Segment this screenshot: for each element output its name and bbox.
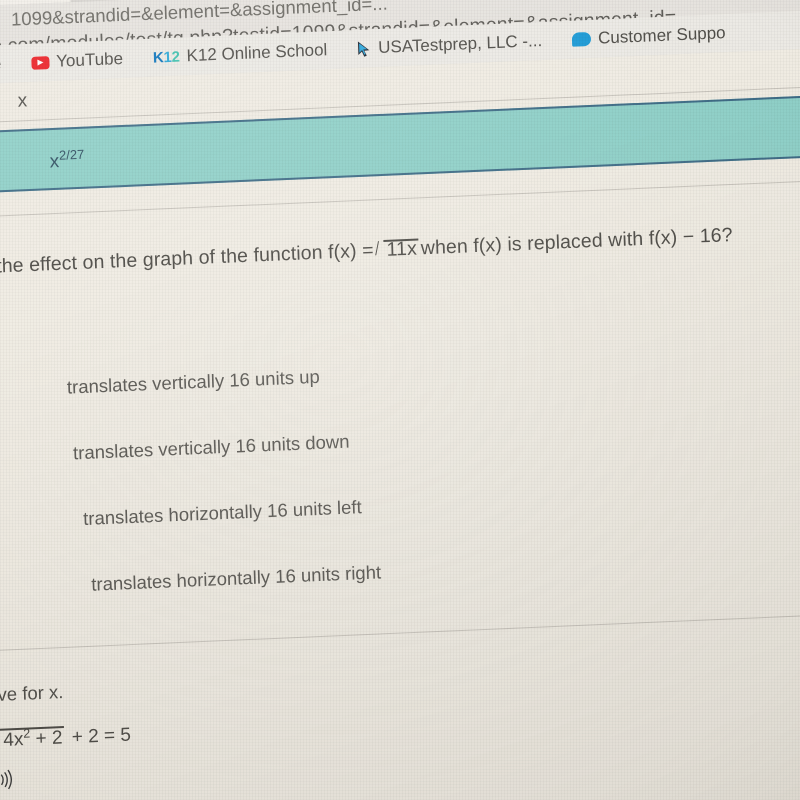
bookmark-label: YouTube [55, 48, 124, 71]
bookmark-label: .net - Home [0, 54, 2, 78]
next-question-equation: 4x2 + 2 + 2 = 5 [0, 722, 131, 752]
k12-icon: K12 [152, 48, 180, 67]
choice-text-a[interactable]: translates vertically 16 units up [67, 366, 320, 399]
question-text: What is the effect on the graph of the f… [0, 224, 733, 282]
square-root-symbol: 4x2 + 2 [0, 725, 65, 752]
radicand: 11x [386, 237, 418, 261]
radicand-tail: + 2 [35, 727, 63, 750]
next-question-prompt: Solve for x. [0, 681, 64, 707]
bookmark-label: USATestprep, LLC -... [377, 30, 543, 57]
speaker-icon[interactable] [0, 767, 16, 792]
test-question-page: x x2/27 What is the effect on the graph … [0, 46, 800, 800]
choice-text-b[interactable]: translates vertically 16 units down [73, 431, 350, 465]
bookmark-customer-support[interactable]: Customer Suppo [570, 23, 728, 50]
radicand: 4x [2, 729, 24, 751]
selected-answer-exponent: 2/27 [58, 146, 85, 163]
bookmark-label: Customer Suppo [597, 23, 726, 48]
equation-tail: + 2 = 5 [71, 724, 132, 749]
youtube-icon [31, 55, 50, 70]
chat-bubble-icon [571, 31, 592, 47]
divider [0, 611, 800, 653]
browser-window: (34) ... 1099&strandid=&element=&assignm… [0, 0, 800, 800]
choice-text-d[interactable]: translates horizontally 16 units right [91, 561, 381, 595]
square-root-symbol: 11x [375, 237, 419, 262]
bookmark-k12-online-school[interactable]: K12 K12 Online School [151, 40, 330, 68]
bookmark-youtube[interactable]: YouTube [29, 49, 125, 73]
bookmark-net-home[interactable]: .net - Home [0, 54, 4, 78]
selected-answer-expression: x2/27 [49, 147, 85, 174]
screenshot-photo: (34) ... 1099&strandid=&element=&assignm… [0, 0, 800, 800]
cursor-icon [358, 40, 370, 57]
question-text-before: What is the effect on the graph of the f… [0, 239, 374, 280]
radicand-exponent: 2 [22, 726, 31, 741]
bookmark-label: K12 Online School [186, 40, 328, 66]
choice-text-c[interactable]: translates horizontally 16 units left [83, 496, 362, 530]
previous-answer-base: x [17, 90, 28, 112]
question-text-after: when f(x) is replaced with f(x) − 16? [420, 224, 733, 260]
selected-answer-highlight[interactable]: x 2/27 [0, 93, 800, 196]
bookmark-usatestprep[interactable]: USATestprep, LLC -... [355, 31, 545, 59]
previous-answer-option[interactable]: x [17, 88, 27, 113]
